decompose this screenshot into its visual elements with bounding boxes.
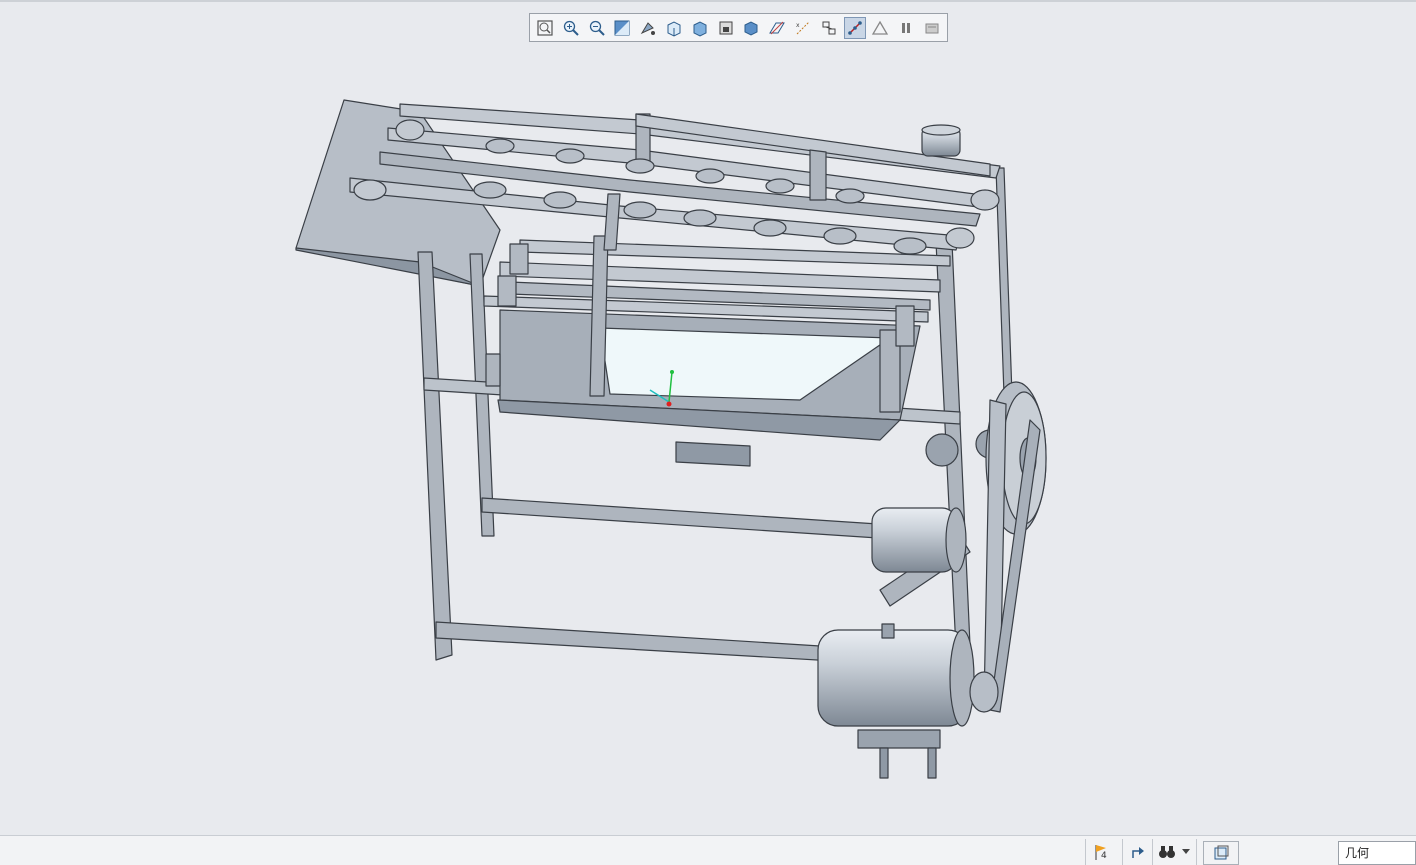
saved-views-icon[interactable] <box>663 17 685 39</box>
repaint-icon[interactable] <box>611 17 633 39</box>
view-toolbar: x <box>529 13 948 42</box>
selection-filter-dropdown[interactable]: 几何 <box>1338 841 1416 865</box>
motor-upper <box>871 507 957 573</box>
status-separator <box>1196 839 1197 865</box>
selection-box-button[interactable] <box>1203 841 1239 865</box>
csys-display-icon[interactable] <box>843 16 866 39</box>
message-flag-count: 4 <box>1101 851 1107 861</box>
display-style-icon[interactable] <box>689 17 711 39</box>
zoom-in-icon[interactable] <box>560 17 582 39</box>
find-binoculars-icon[interactable] <box>1157 841 1177 863</box>
status-separator <box>1122 839 1123 865</box>
status-separator <box>1152 839 1153 865</box>
selection-box-icon <box>1214 845 1229 860</box>
datum-axes-icon[interactable]: x <box>792 17 814 39</box>
graphics-viewport[interactable]: x <box>0 2 1416 835</box>
small-pulley <box>969 671 999 713</box>
find-dropdown-chevron-icon[interactable] <box>1180 841 1192 863</box>
point-display-icon[interactable] <box>818 17 840 39</box>
zoom-out-icon[interactable] <box>586 17 608 39</box>
view-manager-icon[interactable] <box>715 17 737 39</box>
smart-select-icon[interactable] <box>1128 841 1148 863</box>
drive-gear <box>925 433 959 467</box>
status-bar: 4 几何 <box>0 835 1416 865</box>
status-separator <box>1085 839 1086 865</box>
pause-icon[interactable] <box>895 17 917 39</box>
perspective-icon[interactable] <box>741 17 763 39</box>
frame-leg-left <box>417 251 453 661</box>
annotation-display-icon[interactable] <box>870 17 892 39</box>
motor-lower <box>817 629 969 727</box>
message-flag-icon[interactable]: 4 <box>1092 841 1110 863</box>
zoom-fit-icon[interactable] <box>534 17 556 39</box>
datum-planes-icon[interactable] <box>766 17 788 39</box>
cad-model-conveyor-machine[interactable] <box>0 2 1416 835</box>
svg-text:x: x <box>796 22 800 29</box>
frame-crossbar-lower <box>435 621 853 663</box>
reorient-icon[interactable] <box>637 17 659 39</box>
spin-center-icon[interactable] <box>921 17 943 39</box>
